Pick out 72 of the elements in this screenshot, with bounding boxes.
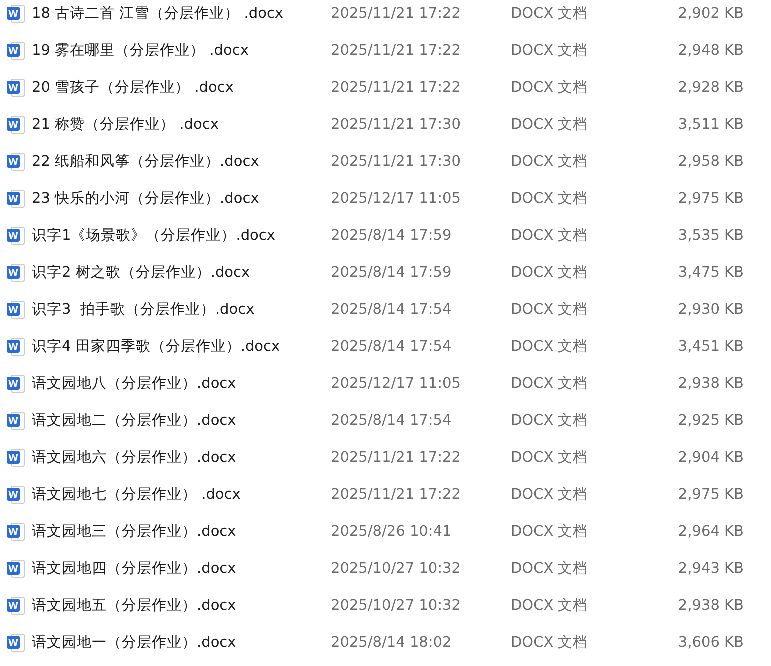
file-type: DOCX 文档 <box>511 634 590 652</box>
file-size: 3,606 KB <box>678 634 744 650</box>
file-name[interactable]: 语文园地六（分层作业）.docx <box>32 448 236 467</box>
modified-date: 2025/8/14 17:54 <box>331 412 453 428</box>
file-type: DOCX 文档 <box>511 153 590 171</box>
file-name[interactable]: 21 称赞（分层作业） .docx <box>32 115 219 134</box>
file-name[interactable]: 语文园地一（分层作业）.docx <box>32 633 236 652</box>
file-size: 3,511 KB <box>678 116 744 132</box>
file-name[interactable]: 18 古诗二首 江雪（分层作业） .docx <box>32 4 284 23</box>
file-type: DOCX 文档 <box>511 116 590 134</box>
file-type: DOCX 文档 <box>511 264 590 282</box>
file-size: 2,958 KB <box>678 154 744 170</box>
file-size: 3,535 KB <box>678 228 744 244</box>
file-name[interactable]: 识字3 拍手歌（分层作业）.docx <box>32 300 255 319</box>
file-size: 2,943 KB <box>678 560 744 576</box>
file-size: 2,964 KB <box>678 524 744 540</box>
modified-date: 2025/8/14 17:59 <box>331 264 453 280</box>
file-type: DOCX 文档 <box>511 190 590 208</box>
file-size: 3,451 KB <box>678 338 744 354</box>
file-type: DOCX 文档 <box>511 560 590 578</box>
modified-date: 2025/11/21 17:30 <box>331 154 462 170</box>
file-name[interactable]: 语文园地二（分层作业）.docx <box>32 411 236 430</box>
modified-date: 2025/12/17 11:05 <box>331 376 462 392</box>
file-size: 2,930 KB <box>678 302 744 318</box>
file-size: 2,904 KB <box>678 450 744 466</box>
file-size: 3,475 KB <box>678 264 744 280</box>
file-size: 2,975 KB <box>678 486 744 502</box>
modified-date: 2025/8/14 18:02 <box>331 634 453 650</box>
modified-date: 2025/8/14 17:54 <box>331 302 453 318</box>
modified-date: 2025/8/26 10:41 <box>331 524 453 540</box>
file-type: DOCX 文档 <box>511 597 590 615</box>
modified-date: 2025/11/21 17:30 <box>331 116 462 132</box>
file-name[interactable]: 语文园地七（分层作业） .docx <box>32 485 241 504</box>
file-name[interactable]: 20 雪孩子（分层作业） .docx <box>32 78 234 97</box>
file-type: DOCX 文档 <box>511 486 590 504</box>
modified-date: 2025/11/21 17:22 <box>331 486 462 502</box>
file-size: 2,925 KB <box>678 412 744 428</box>
file-type: DOCX 文档 <box>511 523 590 541</box>
file-type: DOCX 文档 <box>511 449 590 467</box>
file-type: DOCX 文档 <box>511 227 590 245</box>
modified-date: 2025/11/21 17:22 <box>331 42 462 58</box>
file-type: DOCX 文档 <box>511 79 590 97</box>
file-type: DOCX 文档 <box>511 5 590 23</box>
file-size: 2,938 KB <box>678 598 744 614</box>
file-type: DOCX 文档 <box>511 301 590 319</box>
modified-date: 2025/10/27 10:32 <box>331 560 462 576</box>
file-size: 2,928 KB <box>678 80 744 96</box>
file-name[interactable]: 语文园地四（分层作业）.docx <box>32 559 236 578</box>
file-type: DOCX 文档 <box>511 412 590 430</box>
file-size: 2,948 KB <box>678 42 744 58</box>
file-name[interactable]: 语文园地五（分层作业）.docx <box>32 596 236 615</box>
file-size: 2,938 KB <box>678 376 744 392</box>
file-type: DOCX 文档 <box>511 42 590 60</box>
modified-date: 2025/8/14 17:54 <box>331 338 453 354</box>
modified-date: 2025/12/17 11:05 <box>331 190 462 206</box>
file-name[interactable]: 识字4 田家四季歌（分层作业）.docx <box>32 337 280 356</box>
file-size: 2,975 KB <box>678 190 744 206</box>
modified-date: 2025/11/21 17:22 <box>331 80 462 96</box>
file-name[interactable]: 19 雾在哪里（分层作业） .docx <box>32 41 249 60</box>
file-name[interactable]: 识字2 树之歌（分层作业）.docx <box>32 263 250 282</box>
modified-date: 2025/11/21 17:22 <box>331 450 462 466</box>
modified-date: 2025/8/14 17:59 <box>331 228 453 244</box>
file-type: DOCX 文档 <box>511 375 590 393</box>
file-name[interactable]: 识字1《场景歌》（分层作业）.docx <box>32 226 276 245</box>
file-name[interactable]: 语文园地八（分层作业）.docx <box>32 374 236 393</box>
file-size: 2,902 KB <box>678 6 744 22</box>
file-type: DOCX 文档 <box>511 338 590 356</box>
file-name[interactable]: 语文园地三（分层作业）.docx <box>32 522 236 541</box>
file-name[interactable]: 22 纸船和风筝（分层作业）.docx <box>32 152 260 171</box>
modified-date: 2025/10/27 10:32 <box>331 598 462 614</box>
modified-date: 2025/11/21 17:22 <box>331 6 462 22</box>
file-name[interactable]: 23 快乐的小河（分层作业）.docx <box>32 189 260 208</box>
